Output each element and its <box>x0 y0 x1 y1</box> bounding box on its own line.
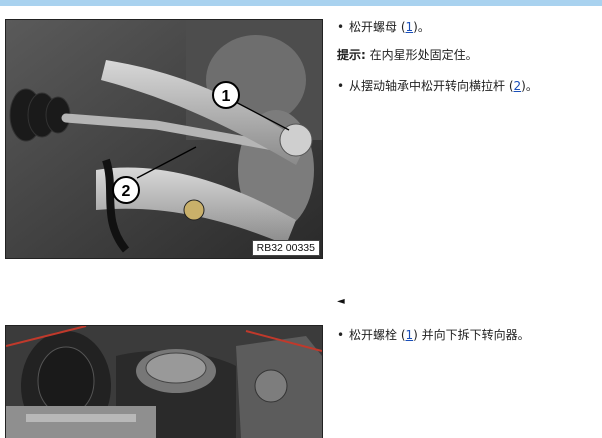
bullet: • <box>337 79 345 93</box>
callout-2-label: 2 <box>122 183 131 200</box>
steering-gear-photo <box>5 325 323 438</box>
bullet: • <box>337 20 345 34</box>
step2-instruction-1: • 松开螺栓 (1) 并向下拆下转向器。 <box>337 327 530 343</box>
hint-label: 提示: <box>337 48 366 62</box>
step1-hint: 提示: 在内星形处固定住。 <box>337 47 478 63</box>
step1-instruction-2: • 从摆动轴承中松开转向横拉杆 (2)。 <box>337 78 538 94</box>
top-header-bar <box>0 0 602 6</box>
step-marker-icon: ◄ <box>337 296 345 307</box>
step1-line1-text: 松开螺母 ( <box>349 20 406 34</box>
part-ref-link-1[interactable]: 1 <box>406 20 414 34</box>
step1-instruction-1: • 松开螺母 (1)。 <box>337 19 430 35</box>
step2-line1-text: 松开螺栓 ( <box>349 328 406 342</box>
step1-line1-end: )。 <box>413 20 430 34</box>
step1-line2-text: 从摆动轴承中松开转向横拉杆 ( <box>349 79 514 93</box>
callout-1-label: 1 <box>222 88 231 105</box>
part-ref-link-1-step2[interactable]: 1 <box>406 328 414 342</box>
hint-text: 在内星形处固定住。 <box>365 48 478 62</box>
bullet: • <box>337 328 345 342</box>
part-ref-link-2[interactable]: 2 <box>514 79 522 93</box>
image-reference-tag: RB32 00335 <box>251 240 320 256</box>
suspension-photo: 1 2 RB32 00335 <box>5 19 323 259</box>
step1-line2-end: )。 <box>521 79 538 93</box>
step2-line1-end: ) 并向下拆下转向器。 <box>413 328 530 342</box>
